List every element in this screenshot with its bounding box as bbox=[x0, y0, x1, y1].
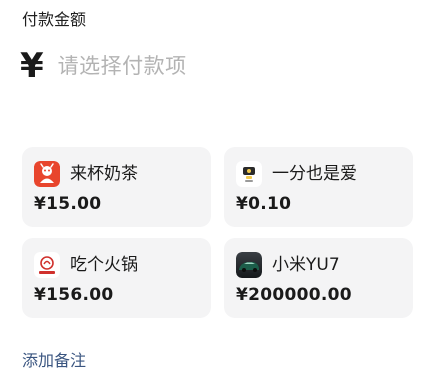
currency-symbol: ¥ bbox=[20, 46, 44, 86]
payment-item-price: ¥200000.00 bbox=[236, 285, 352, 305]
amount-placeholder: 请选择付款项 bbox=[57, 54, 187, 78]
coin-gift-icon bbox=[236, 161, 262, 187]
add-note-link[interactable]: 添加备注 bbox=[22, 350, 86, 372]
milk-tea-app-icon bbox=[34, 161, 60, 187]
amount-input[interactable]: ¥ 请选择付款项 bbox=[20, 44, 187, 88]
payment-item-name: 吃个火锅 bbox=[70, 255, 138, 275]
payment-amount-title: 付款金额 bbox=[22, 10, 87, 29]
payment-item-milk-tea[interactable]: 来杯奶茶 ¥15.00 bbox=[22, 147, 211, 227]
payment-item-price: ¥15.00 bbox=[34, 194, 102, 214]
payment-item-price: ¥0.10 bbox=[236, 194, 292, 214]
green-car-icon bbox=[236, 252, 262, 278]
payment-item-one-cent[interactable]: 一分也是爱 ¥0.10 bbox=[224, 147, 413, 227]
payment-item-name: 一分也是爱 bbox=[272, 164, 357, 184]
payment-item-price: ¥156.00 bbox=[34, 285, 114, 305]
hotpot-brand-icon bbox=[34, 252, 60, 278]
payment-item-name: 小米YU7 bbox=[272, 255, 340, 275]
payment-item-name: 来杯奶茶 bbox=[70, 164, 138, 184]
payment-item-hotpot[interactable]: 吃个火锅 ¥156.00 bbox=[22, 238, 211, 318]
payment-item-xiaomi-yu7[interactable]: 小米YU7 ¥200000.00 bbox=[224, 238, 413, 318]
